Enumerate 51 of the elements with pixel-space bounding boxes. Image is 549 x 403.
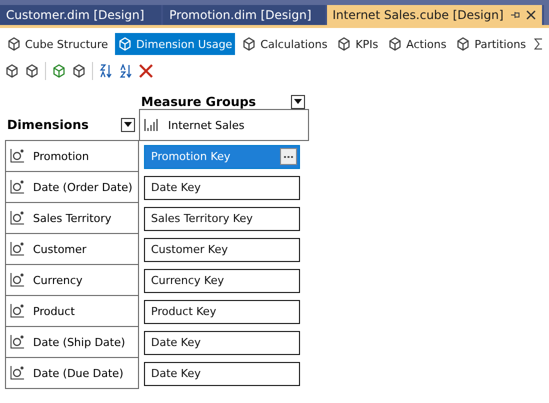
- caret-icon: [294, 99, 302, 104]
- dimension-row[interactable]: Product: [5, 296, 139, 327]
- relationship-cell[interactable]: Date Key: [144, 330, 300, 354]
- ellipsis-icon: [284, 156, 293, 158]
- dimension-row[interactable]: Promotion: [5, 141, 139, 172]
- dropdown-button[interactable]: [291, 94, 305, 108]
- designer-tab[interactable]: Dimension Usage: [115, 33, 236, 55]
- dimension-row[interactable]: Date (Due Date): [5, 358, 139, 389]
- dimension-row[interactable]: Sales Territory: [5, 203, 139, 234]
- document-tab[interactable]: Customer.dim [Design]: [0, 5, 162, 25]
- relationship-cell[interactable]: Date Key: [144, 362, 300, 386]
- dropdown-button[interactable]: [121, 118, 135, 132]
- ellipsis-button[interactable]: [280, 148, 297, 165]
- cube-icon: [7, 37, 21, 51]
- relationship-cell[interactable]: Sales Territory Key: [144, 206, 300, 230]
- designer-tab[interactable]: Partitions: [453, 33, 530, 55]
- key-text: Date Key: [151, 336, 201, 349]
- key-text: Product Key: [151, 305, 216, 318]
- cube-icon: [5, 64, 19, 78]
- key-text: Date Key: [151, 181, 201, 194]
- dimensions-title: Dimensions: [7, 117, 89, 132]
- designer-tab[interactable]: Actions: [385, 33, 450, 55]
- relationship-cell[interactable]: Promotion Key: [144, 144, 300, 168]
- dimension-row[interactable]: Customer: [5, 234, 139, 265]
- key-text: Date Key: [151, 367, 201, 380]
- bar-chart-icon: [144, 118, 158, 132]
- document-tab[interactable]: Internet Sales.cube [Design]: [326, 5, 542, 25]
- sort-descending-icon[interactable]: [119, 64, 133, 78]
- relationship-cell[interactable]: Date Key: [144, 176, 300, 200]
- relationship-cell[interactable]: Product Key: [144, 300, 300, 324]
- relationship-cell[interactable]: Customer Key: [144, 238, 300, 262]
- sigma-icon[interactable]: [533, 37, 544, 51]
- designer-tab[interactable]: Cube Structure: [4, 33, 112, 55]
- measure-group-name: Internet Sales: [168, 118, 244, 132]
- close-icon[interactable]: [526, 10, 536, 20]
- key-text: Currency Key: [151, 274, 224, 287]
- dimension-row[interactable]: Currency: [5, 265, 139, 296]
- document-tab[interactable]: Promotion.dim [Design]: [163, 5, 324, 25]
- pin-icon[interactable]: [510, 10, 520, 20]
- dimension-row[interactable]: Date (Order Date): [5, 172, 139, 203]
- relationship-cell[interactable]: Currency Key: [144, 268, 300, 292]
- key-text: Sales Territory Key: [151, 212, 253, 225]
- caret-icon: [124, 122, 132, 127]
- sort-ascending-icon[interactable]: [99, 64, 113, 78]
- delete-icon[interactable]: [139, 64, 153, 78]
- designer-tab[interactable]: Calculations: [239, 33, 330, 55]
- designer-tab[interactable]: KPIs: [334, 33, 382, 55]
- dimension-row[interactable]: Date (Ship Date): [5, 327, 139, 358]
- measure-groups-title: Measure Groups: [141, 94, 256, 109]
- key-text: Promotion Key: [151, 150, 230, 163]
- key-text: Customer Key: [151, 243, 228, 256]
